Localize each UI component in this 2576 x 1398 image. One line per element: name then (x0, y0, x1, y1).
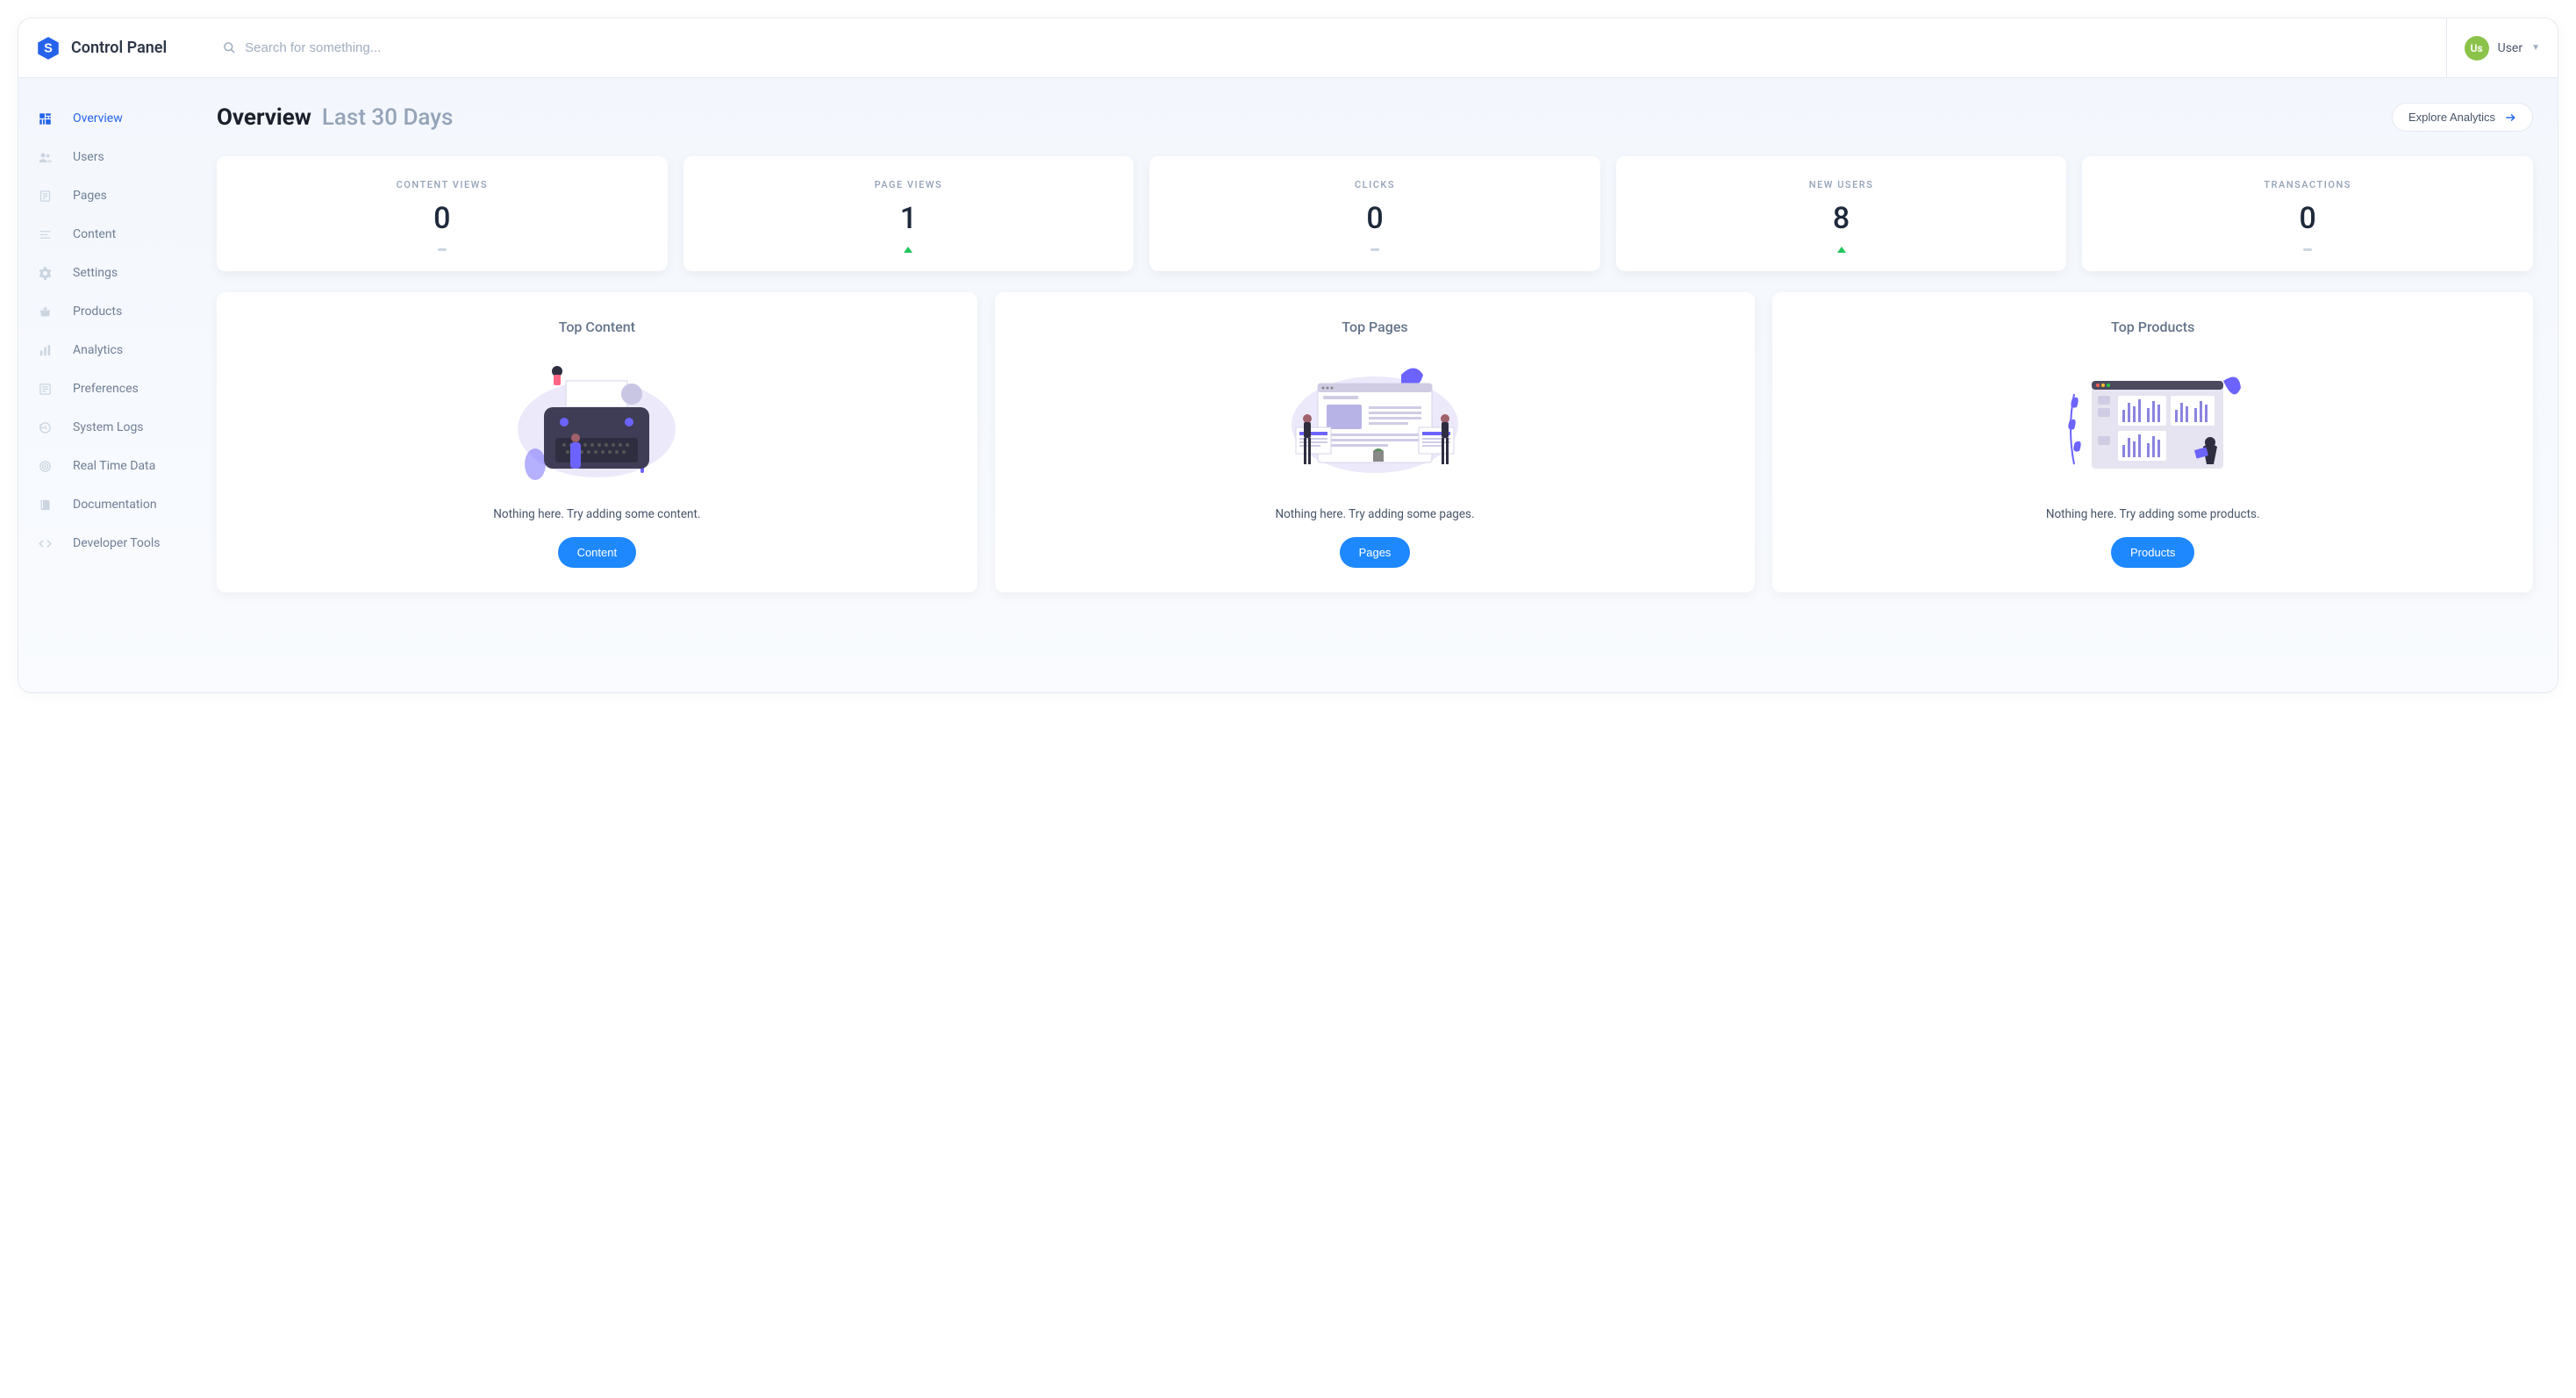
pages-icon (38, 189, 52, 203)
avatar: Us (2465, 36, 2489, 61)
sidebar-item-settings[interactable]: Settings (18, 254, 203, 292)
page-subtitle: Last 30 Days (322, 104, 454, 131)
logo-icon: S (36, 36, 61, 61)
trend-flat-icon (225, 245, 659, 254)
stat-card-new-users: NEW USERS 8 (1616, 156, 2067, 271)
target-icon (38, 459, 52, 473)
panel-empty-text: Nothing here. Try adding some pages. (1013, 507, 1738, 521)
sidebar-item-label: Analytics (73, 343, 123, 357)
gear-icon (38, 266, 52, 280)
panel-empty-text: Nothing here. Try adding some products. (1790, 507, 2515, 521)
sidebar-item-overview[interactable]: Overview (18, 99, 203, 138)
sidebar-item-label: Products (73, 305, 122, 319)
sidebar-item-label: Settings (73, 266, 118, 280)
stat-value: 1 (692, 201, 1126, 236)
sidebar-item-developer-tools[interactable]: Developer Tools (18, 524, 203, 563)
sidebar-item-label: System Logs (73, 420, 144, 434)
explore-label: Explore Analytics (2408, 111, 2495, 124)
sidebar-item-products[interactable]: Products (18, 292, 203, 331)
sidebar-item-content[interactable]: Content (18, 215, 203, 254)
stat-label: NEW USERS (1625, 179, 2058, 190)
content-button[interactable]: Content (558, 537, 637, 568)
panel-title: Top Content (234, 319, 960, 335)
stat-label: PAGE VIEWS (692, 179, 1126, 190)
search-icon (223, 41, 236, 54)
stat-card-clicks: CLICKS 0 (1149, 156, 1600, 271)
svg-text:S: S (44, 41, 53, 55)
sidebar-item-label: Developer Tools (73, 536, 161, 550)
panel-title: Top Pages (1013, 319, 1738, 335)
sidebar-item-label: Users (73, 150, 104, 164)
stat-card-content-views: CONTENT VIEWS 0 (217, 156, 668, 271)
stat-value: 0 (1158, 201, 1592, 236)
pages-button[interactable]: Pages (1340, 537, 1411, 568)
stats-row: CONTENT VIEWS 0 PAGE VIEWS 1 CLICKS 0 NE… (217, 156, 2533, 271)
sidebar-item-label: Preferences (73, 382, 139, 396)
sidebar-item-preferences[interactable]: Preferences (18, 369, 203, 408)
sidebar-item-label: Documentation (73, 498, 157, 512)
body: Overview Users Pages Content (18, 78, 2558, 692)
stat-value: 8 (1625, 201, 2058, 236)
panel-top-pages: Top Pages (995, 292, 1756, 592)
brand: S Control Panel (36, 36, 167, 61)
stat-value: 0 (225, 201, 659, 236)
sidebar-item-label: Pages (73, 189, 107, 203)
dashboard-icon (38, 111, 52, 125)
trend-up-icon (692, 245, 1126, 254)
users-icon (38, 150, 52, 164)
panel-top-products: Top Products (1772, 292, 2533, 592)
trend-flat-icon (1158, 245, 1592, 254)
app-shell: S Control Panel Us User ▼ Overview (18, 18, 2558, 693)
chevron-down-icon: ▼ (2531, 43, 2540, 53)
stat-label: TRANSACTIONS (2091, 179, 2524, 190)
stat-value: 0 (2091, 201, 2524, 236)
trend-up-icon (1625, 245, 2058, 254)
stat-card-transactions: TRANSACTIONS 0 (2082, 156, 2533, 271)
basket-icon (38, 305, 52, 319)
panel-title: Top Products (1790, 319, 2515, 335)
search-input[interactable] (245, 40, 596, 55)
stat-label: CLICKS (1158, 179, 1592, 190)
illustration-webpage (1013, 355, 1738, 495)
main-content: Overview Last 30 Days Explore Analytics … (203, 78, 2558, 692)
stat-card-page-views: PAGE VIEWS 1 (683, 156, 1134, 271)
sidebar-item-analytics[interactable]: Analytics (18, 331, 203, 369)
sidebar: Overview Users Pages Content (18, 78, 203, 692)
sidebar-item-label: Overview (73, 111, 123, 125)
arrow-right-icon (2504, 111, 2516, 124)
sidebar-item-pages[interactable]: Pages (18, 176, 203, 215)
sidebar-item-documentation[interactable]: Documentation (18, 485, 203, 524)
book-icon (38, 498, 52, 512)
illustration-typewriter (234, 355, 960, 495)
panel-top-content: Top Content (217, 292, 977, 592)
explore-analytics-button[interactable]: Explore Analytics (2392, 103, 2533, 132)
list-icon (38, 382, 52, 396)
bars-icon (38, 343, 52, 357)
page-title-group: Overview Last 30 Days (217, 104, 453, 131)
panel-empty-text: Nothing here. Try adding some content. (234, 507, 960, 521)
stat-label: CONTENT VIEWS (225, 179, 659, 190)
brand-title: Control Panel (71, 39, 167, 57)
sidebar-item-label: Real Time Data (73, 459, 155, 473)
search-wrap (223, 40, 2445, 55)
trend-flat-icon (2091, 245, 2524, 254)
page-title: Overview (217, 104, 311, 131)
page-header: Overview Last 30 Days Explore Analytics (217, 103, 2533, 132)
illustration-charts (1790, 355, 2515, 495)
history-icon (38, 420, 52, 434)
sidebar-item-users[interactable]: Users (18, 138, 203, 176)
code-icon (38, 536, 52, 550)
panels-row: Top Content (217, 292, 2533, 592)
content-icon (38, 227, 52, 241)
sidebar-item-real-time-data[interactable]: Real Time Data (18, 447, 203, 485)
username-label: User (2498, 41, 2522, 55)
sidebar-item-label: Content (73, 227, 116, 241)
sidebar-item-system-logs[interactable]: System Logs (18, 408, 203, 447)
products-button[interactable]: Products (2111, 537, 2194, 568)
topbar: S Control Panel Us User ▼ (18, 18, 2558, 78)
user-menu[interactable]: Us User ▼ (2446, 18, 2540, 77)
